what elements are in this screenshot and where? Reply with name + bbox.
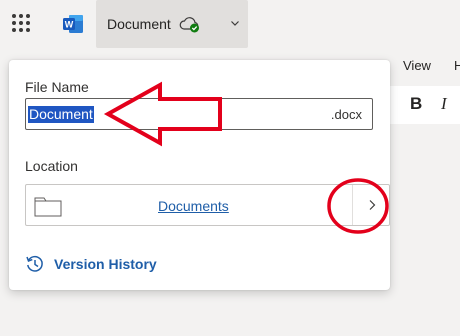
word-icon[interactable]: W [62,13,84,35]
location-picker[interactable]: Documents [25,184,390,226]
version-history-link[interactable]: Version History [25,254,157,274]
location-label: Location [25,158,78,174]
file-name-value: Document [28,106,94,123]
tab-help[interactable]: H [454,58,460,73]
italic-button[interactable]: I [441,94,447,114]
divider [352,185,353,225]
chevron-down-icon[interactable] [230,18,240,28]
file-name-label: File Name [25,79,89,95]
bold-button[interactable]: B [410,94,422,114]
version-history-label: Version History [54,256,157,272]
rename-panel: File Name Document .docx Location Docume… [9,60,390,290]
location-link[interactable]: Documents [158,198,229,214]
file-extension: .docx [330,107,362,122]
svg-text:W: W [65,20,74,30]
tab-view[interactable]: View [403,58,431,73]
top-bar: W Document [0,0,460,50]
folder-icon [34,197,62,217]
file-name-input[interactable]: Document .docx [25,98,373,130]
document-title: Document [107,16,171,32]
history-icon [26,255,43,272]
ribbon-toolbar [390,86,460,124]
waffle-icon[interactable] [12,14,34,36]
chevron-right-icon[interactable] [365,198,379,212]
cloud-check-icon [179,17,199,33]
document-title-button[interactable]: Document [96,0,248,48]
